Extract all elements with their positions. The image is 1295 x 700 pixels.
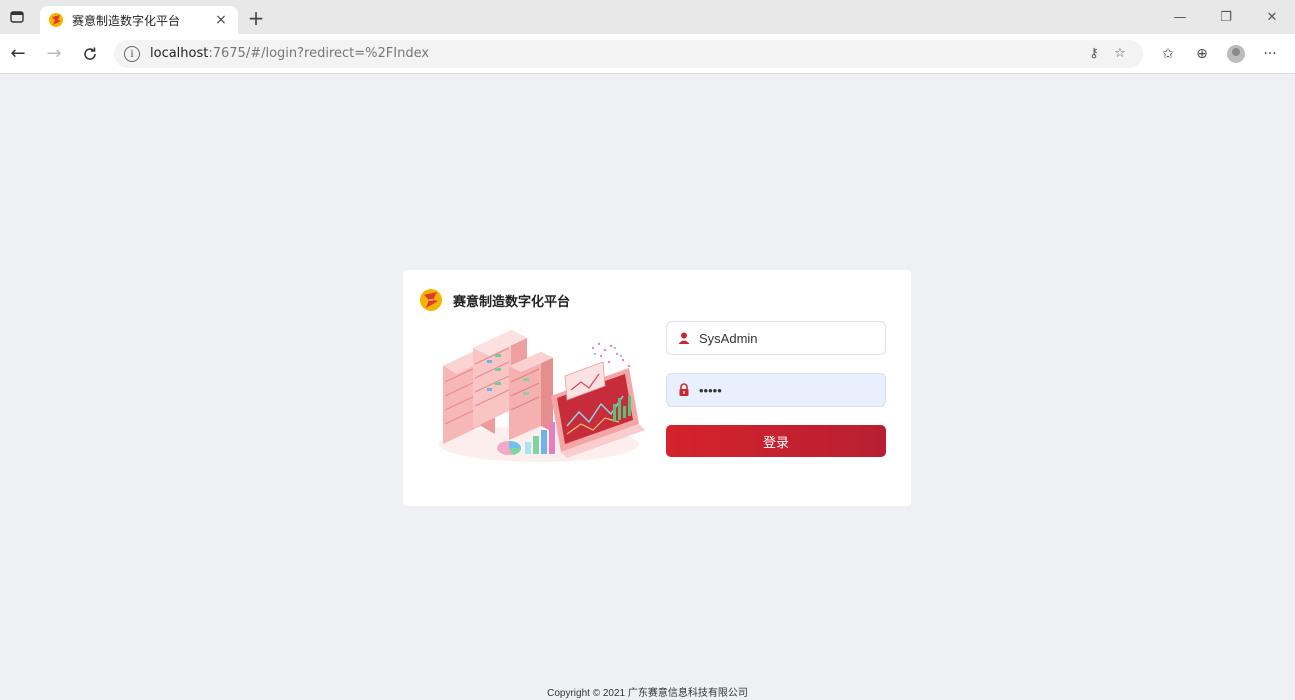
- url-host: localhost: [150, 46, 209, 61]
- new-tab-button[interactable]: +: [242, 4, 270, 32]
- login-card: 赛意制造数字化平台 SysAdmin ••••• 登录: [403, 270, 911, 506]
- profile-button[interactable]: [1219, 38, 1253, 70]
- browser-tab-bar: 赛意制造数字化平台 × + — ❐ ✕: [0, 0, 1295, 34]
- forward-button[interactable]: →: [36, 38, 72, 70]
- refresh-button[interactable]: [72, 38, 108, 70]
- password-value[interactable]: •••••: [699, 383, 875, 398]
- data-center-illustration: [439, 330, 645, 462]
- restore-button[interactable]: ❐: [1203, 0, 1249, 34]
- add-favorite-icon[interactable]: ☆: [1107, 46, 1133, 61]
- username-value[interactable]: SysAdmin: [699, 331, 875, 346]
- back-button[interactable]: ←: [0, 38, 36, 70]
- browser-toolbar: ← → i localhost:7675/#/login?redirect=%2…: [0, 34, 1295, 74]
- lock-icon: [679, 383, 689, 396]
- refresh-icon: [84, 47, 96, 60]
- forward-arrow-icon: →: [46, 43, 62, 64]
- url-path: :7675/#/login?redirect=%2FIndex: [208, 46, 430, 61]
- brand-header: 赛意制造数字化平台: [419, 288, 570, 312]
- site-info-icon[interactable]: i: [124, 45, 140, 62]
- address-url[interactable]: localhost:7675/#/login?redirect=%2FIndex: [150, 46, 1081, 61]
- minimize-button[interactable]: —: [1157, 0, 1203, 34]
- browser-tab-active[interactable]: 赛意制造数字化平台 ×: [40, 6, 238, 34]
- more-menu-icon[interactable]: ···: [1253, 38, 1287, 70]
- login-button[interactable]: 登录: [666, 425, 886, 457]
- profile-avatar-icon: [1227, 44, 1245, 63]
- password-field[interactable]: •••••: [666, 373, 886, 407]
- brand-logo-icon: [420, 289, 442, 311]
- close-window-button[interactable]: ✕: [1249, 0, 1295, 34]
- brand-name: 赛意制造数字化平台: [453, 294, 571, 310]
- favorites-icon[interactable]: ✩: [1151, 38, 1185, 70]
- key-icon[interactable]: ⚷: [1081, 46, 1107, 61]
- tab-title: 赛意制造数字化平台: [72, 13, 181, 28]
- collections-icon[interactable]: ⊕: [1185, 38, 1219, 70]
- user-icon: [678, 332, 690, 344]
- back-arrow-icon: ←: [10, 43, 26, 64]
- tab-actions-icon: [10, 11, 24, 23]
- copyright-footer: Copyright © 2021 广东赛意信息科技有限公司: [547, 688, 748, 699]
- site-favicon-icon: [49, 13, 63, 27]
- tab-close-icon[interactable]: ×: [212, 12, 230, 28]
- tab-actions-button[interactable]: [0, 0, 34, 34]
- address-bar[interactable]: i localhost:7675/#/login?redirect=%2FInd…: [114, 39, 1143, 68]
- username-field[interactable]: SysAdmin: [666, 321, 886, 355]
